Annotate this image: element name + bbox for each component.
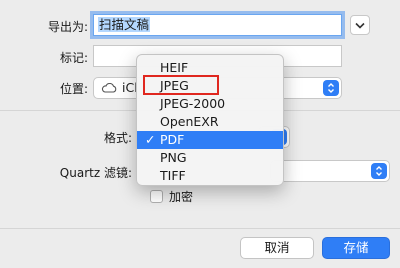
quartz-filter-label: Quartz 滤镜: [59,166,132,180]
tags-label: 标记: [59,51,88,65]
format-option-jpeg-2000[interactable]: JPEG-2000 [137,95,283,113]
format-option-png[interactable]: PNG [137,149,283,167]
cloud-icon [101,83,117,93]
chevron-down-icon [355,22,365,29]
format-menu: HEIF JPEG JPEG-2000 OpenEXR ✓ PDF PNG TI… [136,54,284,186]
format-option-tiff[interactable]: TIFF [137,167,283,185]
export-as-label: 导出为: [47,20,88,34]
export-dialog: 导出为: 扫描文稿 标记: 位置: iCl 格式: Quartz 滤镜: 加密 … [0,0,400,268]
jpeg-highlight-box [143,75,219,95]
format-label: 格式: [103,131,132,145]
up-down-chevron-icon [328,83,334,93]
quartz-filter-popup[interactable] [270,160,390,182]
format-option-openexr[interactable]: OpenEXR [137,113,283,131]
location-label: 位置: [59,82,88,96]
export-as-value: 扫描文稿 [98,17,151,32]
quartz-stepper [371,163,387,179]
checkmark-icon: ✓ [145,132,156,147]
format-option-pdf[interactable]: ✓ PDF [137,131,283,149]
encrypt-label: 加密 [169,190,194,204]
cancel-button[interactable]: 取消 [240,237,314,259]
format-option-pdf-label: PDF [160,132,185,147]
save-button[interactable]: 存储 [322,237,390,259]
footer-divider [0,228,400,229]
up-down-chevron-icon [376,166,382,176]
encrypt-checkbox[interactable] [150,190,163,203]
expand-button[interactable] [350,15,370,35]
location-stepper [323,80,339,96]
export-as-field[interactable]: 扫描文稿 [93,14,342,36]
